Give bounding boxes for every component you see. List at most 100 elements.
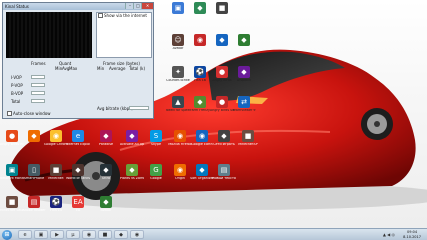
encoder-status-window[interactable]: Kinal Status – □ ✕ Show via the internet: [2, 2, 154, 119]
desktop-shortcut[interactable]: ◆ Avatar: [94, 196, 118, 213]
shortcut-label: World of Tanks: [66, 177, 90, 180]
desktop-shortcut[interactable]: ☺ Avatar: [166, 34, 190, 51]
desktop-shortcut[interactable]: ◆ Сети Играть: [212, 130, 236, 147]
desktop-shortcut[interactable]: G Google: [144, 164, 168, 181]
close-button[interactable]: ✕: [141, 3, 153, 9]
shortcut-label: Angry Birds Rio: [0, 143, 24, 146]
shortcut-icon: ●: [216, 96, 228, 108]
shortcut-label: SmartPhone: [23, 177, 45, 180]
desktop-shortcut[interactable]: ◆ Dispatch: [232, 66, 256, 83]
stat-field: [31, 75, 45, 79]
desktop-shortcut[interactable]: EA EA: [66, 196, 90, 213]
shortcut-label: Google Chrome: [44, 143, 68, 146]
taskbar-app-icon[interactable]: ◉: [130, 230, 144, 239]
desktop-shortcut[interactable]: S Skype: [144, 130, 168, 147]
shortcut-icon: e: [72, 130, 84, 142]
shortcut-label: Angry Birds Seasons: [210, 109, 234, 112]
taskbar-app-icon[interactable]: ■: [98, 230, 112, 239]
shortcut-label: Counter-Strike: [166, 79, 190, 82]
desktop-shortcut[interactable]: ● Angry Birds Rio: [0, 130, 24, 147]
shortcut-icon: ◆: [194, 96, 206, 108]
shortcut-icon: ▤: [218, 164, 230, 176]
desktop-shortcut[interactable]: ● Angry Birds: [210, 66, 234, 83]
desktop-shortcut[interactable]: ⚽ FIFA 14: [44, 196, 68, 213]
desktop-shortcut[interactable]: eInternet Explorer: [66, 130, 90, 147]
desktop-shortcut[interactable]: ◆ Ultra: [94, 164, 118, 181]
desktop-shortcut[interactable]: ◆Activate All Apps: [120, 130, 144, 147]
desktop-shortcut[interactable]: ◆: [188, 2, 212, 15]
shortcut-label: Soft Organizer: [190, 177, 214, 180]
shortcut-label: Avatar: [172, 47, 184, 50]
shortcut-icon: ◆: [216, 34, 228, 46]
desktop-shortcut[interactable]: ◆ World of Tanks: [66, 164, 90, 181]
desktop-shortcut[interactable]: ▤Новый текстовый: [212, 164, 236, 181]
shortcut-icon: ◉: [174, 164, 186, 176]
shortcut-label: Network Monitor: [0, 177, 24, 180]
desktop-shortcut[interactable]: ◉ Google Chrome: [44, 130, 68, 147]
taskbar-app-icon[interactable]: ◆: [114, 230, 128, 239]
shortcut-label: Google Earth: [191, 143, 213, 146]
show-internet-checkbox[interactable]: Show via the internet: [98, 13, 147, 18]
shortcut-label: MinecraftSP: [238, 143, 258, 146]
desktop-shortcut[interactable]: ■: [210, 2, 234, 15]
shortcut-icon: ●: [216, 66, 228, 78]
desktop-shortcut[interactable]: ▣Network Monitor: [0, 164, 24, 181]
desktop-shortcut[interactable]: ◆: [210, 34, 234, 47]
window-title: Kinal Status: [5, 4, 29, 9]
desktop-shortcut[interactable]: ◆ Farm Frenzy: [188, 96, 212, 113]
desktop-shortcut[interactable]: ◆Plants vs Zombies: [120, 164, 144, 181]
shortcut-icon: ▣: [172, 2, 184, 14]
taskbar-ie-icon[interactable]: e: [18, 230, 32, 239]
desktop-shortcut[interactable]: ▲ Need for Speed: [166, 96, 190, 113]
fs-total-header: Total (k): [129, 66, 146, 71]
shortcut-label: TeamViewer 9: [232, 109, 256, 112]
auto-close-label: Auto-close window: [13, 111, 51, 116]
desktop-shortcut[interactable]: ◉ Google Earth: [190, 130, 214, 147]
clock[interactable]: 09:04 8.10.2017: [403, 230, 421, 239]
taskbar-app-icon[interactable]: ◉: [82, 230, 96, 239]
desktop-shortcut[interactable]: ●Angry Birds Seasons: [210, 96, 234, 113]
checkbox-box[interactable]: [98, 13, 103, 18]
total-label: Total: [11, 99, 21, 104]
shortcut-icon: ◉: [174, 130, 186, 142]
shortcut-label: Angry Birds: [212, 79, 232, 82]
shortcut-icon: ◆: [218, 130, 230, 142]
shortcut-icon: ▣: [6, 164, 18, 176]
desktop-shortcut[interactable]: ✦ Counter-Strike: [166, 66, 190, 83]
avg-bitrate-field: [129, 106, 149, 110]
system-tray[interactable]: ▲ ◀ ◎: [383, 232, 395, 237]
desktop-shortcut[interactable]: ◉: [188, 34, 212, 47]
shortcut-icon: ◉: [50, 130, 62, 142]
taskbar-explorer-icon[interactable]: ▣: [34, 230, 48, 239]
taskbar-torrent-icon[interactable]: µ: [66, 230, 80, 239]
desktop-shortcut[interactable]: ◉ Mozilla Firefox: [168, 130, 192, 147]
desktop-shortcut[interactable]: ◉ Origin: [168, 164, 192, 181]
auto-close-checkbox[interactable]: Auto-close window: [7, 111, 51, 116]
desktop-shortcut[interactable]: ◆ Soft Organizer: [190, 164, 214, 181]
stat-field: [31, 91, 45, 95]
shortcut-label: Skype: [151, 143, 161, 146]
desktop-shortcut[interactable]: ◆ Paradise: [94, 130, 118, 147]
desktop-shortcut[interactable]: ◆: [232, 34, 256, 47]
desktop-shortcut[interactable]: ▯ SmartPhone: [22, 164, 46, 181]
checkbox-box[interactable]: [7, 111, 12, 116]
desktop-shortcut[interactable]: ▣: [166, 2, 190, 15]
shortcut-label: FIFA 14: [50, 209, 62, 212]
graph-lines: [9, 12, 91, 58]
shortcut-icon: ◆: [238, 66, 250, 78]
desktop-shortcut[interactable]: ⇄ TeamViewer 9: [232, 96, 256, 113]
shortcut-label: Google: [150, 177, 162, 180]
desktop-shortcut[interactable]: ⚽ FIFA 16: [188, 66, 212, 83]
shortcut-icon: ◆: [100, 196, 112, 208]
shortcut-label: Activate All Apps: [120, 143, 144, 146]
taskbar-media-icon[interactable]: ▶: [50, 230, 64, 239]
desktop-shortcut[interactable]: ■ MinecraftSP: [236, 130, 260, 147]
start-button[interactable]: ⊞: [2, 230, 12, 240]
desktop-shortcut[interactable]: ■ Minecraft: [44, 164, 68, 181]
shortcut-label: Internet Explorer: [66, 143, 90, 146]
shortcut-label: Farm Frenzy: [190, 109, 210, 112]
desktop-shortcut[interactable]: ■Minecraft Launcher: [0, 196, 24, 213]
desktop-shortcut[interactable]: ▤ Adobe Reader: [22, 196, 46, 213]
shortcut-icon: ⇄: [238, 96, 250, 108]
desktop-shortcut[interactable]: ◆: [22, 130, 46, 143]
